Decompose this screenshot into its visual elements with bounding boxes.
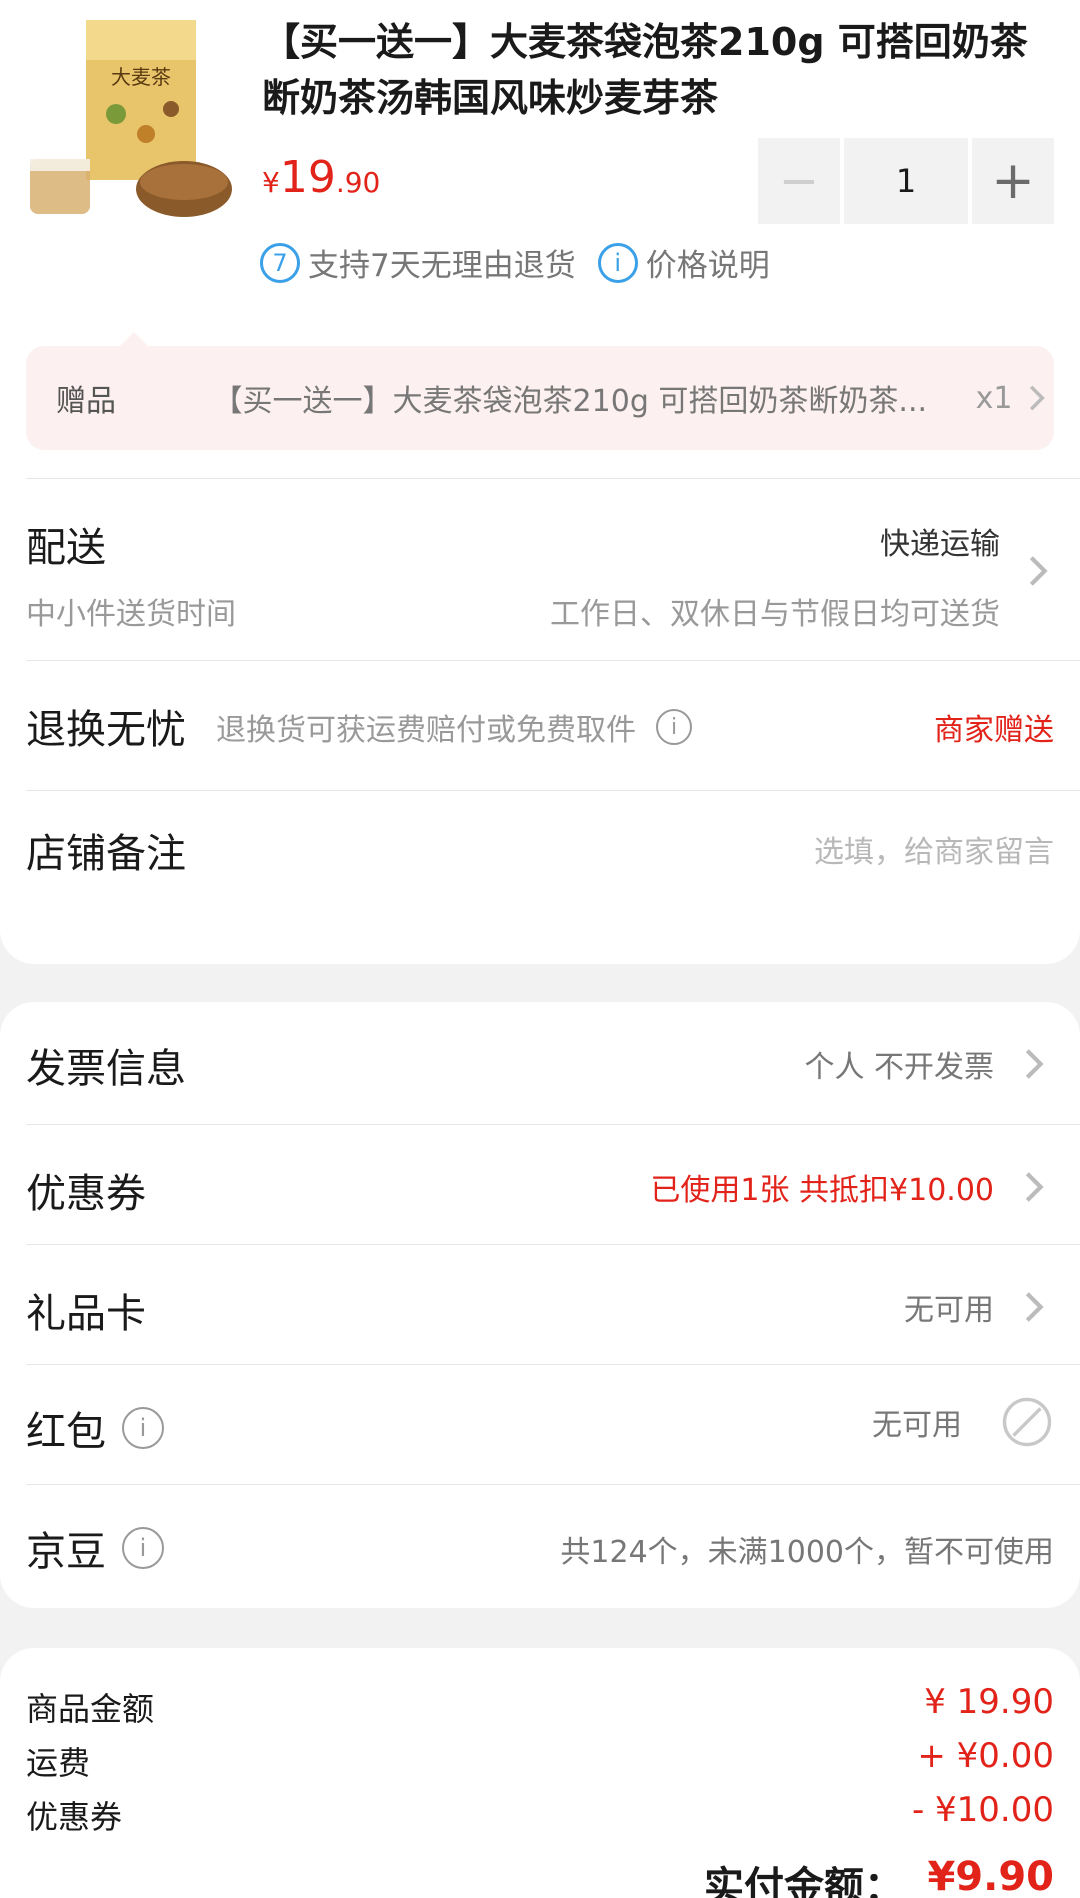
returns-label: 退换无忧 xyxy=(26,707,186,753)
info-icon[interactable]: i xyxy=(122,1407,164,1449)
invoice-row[interactable]: 发票信息 个人 不开发票 xyxy=(26,1012,1080,1124)
total-value: ¥9.90 xyxy=(927,1854,1054,1898)
thumbnail-brand-text: 大麦茶 xyxy=(111,65,171,89)
giftcard-value: 无可用 xyxy=(904,1293,994,1328)
shipping-value: + ¥0.00 xyxy=(917,1736,1054,1776)
jingdou-label: 京豆 xyxy=(26,1529,106,1575)
coupon-value: 已使用1张 共抵扣¥10.00 xyxy=(650,1173,994,1208)
store-remark-row: 店铺备注 选填，给商家留言 xyxy=(26,790,1080,916)
price-summary-card: 商品金额 ¥ 19.90 运费 + ¥0.00 优惠券 - ¥10.00 实付金… xyxy=(0,1648,1080,1898)
gift-row[interactable]: 赠品 【买一送一】大麦茶袋泡茶210g 可搭回奶茶断奶茶... x1 xyxy=(26,346,1054,450)
chevron-right-icon xyxy=(1030,385,1046,411)
product-thumbnail[interactable]: 大麦茶 xyxy=(26,14,236,224)
coupon-label: 优惠券 xyxy=(26,1171,146,1217)
jingdou-value: 共124个，未满1000个，暂不可使用 xyxy=(560,1535,1054,1570)
quantity-value[interactable]: 1 xyxy=(844,138,968,224)
policy-bar: 7 支持7天无理由退货 i 价格说明 xyxy=(260,240,770,285)
coupon-value-wrap: 已使用1张 共抵扣¥10.00 xyxy=(650,1165,1054,1209)
giftcard-value-wrap: 无可用 xyxy=(904,1285,1054,1329)
delivery-schedule: 工作日、双休日与节假日均可送货 xyxy=(550,597,1000,632)
invoice-label: 发票信息 xyxy=(26,1046,186,1092)
product-title[interactable]: 【买一送一】大麦茶袋泡茶210g 可搭回奶茶断奶茶汤韩国风味炒麦芽茶 xyxy=(262,14,1062,126)
jingdou-value-wrap: 共124个，未满1000个，暂不可使用 xyxy=(560,1527,1054,1571)
redpacket-row: 红包 i 无可用 xyxy=(26,1364,1080,1484)
coupon-discount-value: - ¥10.00 xyxy=(911,1790,1054,1830)
gift-name: 【买一送一】大麦茶袋泡茶210g 可搭回奶茶断奶茶... xyxy=(212,384,928,419)
plus-button[interactable]: + xyxy=(972,138,1054,224)
product-price: ¥19.90 xyxy=(262,152,380,203)
returns-desc-text: 退换货可获运费赔付或免费取件 xyxy=(216,713,636,748)
gift-pointer xyxy=(120,332,148,346)
minus-button[interactable]: − xyxy=(758,138,840,224)
redpacket-value: 无可用 xyxy=(872,1408,962,1443)
chevron-right-icon xyxy=(1025,1049,1044,1079)
remark-label: 店铺备注 xyxy=(26,831,186,877)
delivery-row[interactable]: 配送 中小件送货时间 快递运输 工作日、双休日与节假日均可送货 xyxy=(26,478,1080,660)
price-integer: 19 xyxy=(279,152,336,203)
info-icon: i xyxy=(597,242,638,283)
info-icon[interactable]: i xyxy=(122,1527,164,1569)
price-decimal: .90 xyxy=(335,166,381,199)
redpacket-value-wrap: 无可用 xyxy=(872,1395,1054,1449)
giftcard-row[interactable]: 礼品卡 无可用 xyxy=(26,1244,1080,1364)
seven-day-return-text[interactable]: 支持7天无理由退货 xyxy=(308,240,576,285)
gift-section: 赠品 【买一送一】大麦茶袋泡茶210g 可搭回奶茶断奶茶... x1 xyxy=(0,330,1080,478)
returns-status: 商家赠送 xyxy=(934,713,1054,748)
coupon-discount-line: 优惠券 - ¥10.00 xyxy=(26,1786,1054,1840)
chevron-right-icon xyxy=(1025,1292,1044,1322)
goods-amount-value: ¥ 19.90 xyxy=(924,1682,1054,1722)
remark-input[interactable]: 选填，给商家留言 xyxy=(814,827,1054,871)
invoice-value-wrap: 个人 不开发票 xyxy=(804,1042,1054,1086)
returns-row[interactable]: 退换无忧 退换货可获运费赔付或免费取件 i 商家赠送 xyxy=(26,660,1080,790)
minus-icon: − xyxy=(778,153,820,209)
payment-options-card: 发票信息 个人 不开发票 优惠券 已使用1张 共抵扣¥10.00 礼品卡 无可用… xyxy=(0,1002,1080,1608)
chevron-right-icon xyxy=(1029,556,1048,586)
redpacket-label-wrap: 红包 i xyxy=(26,1399,164,1457)
coupon-row[interactable]: 优惠券 已使用1张 共抵扣¥10.00 xyxy=(26,1124,1080,1244)
delivery-method: 快递运输 xyxy=(880,527,1000,562)
info-icon[interactable]: i xyxy=(656,709,692,745)
goods-amount-line: 商品金额 ¥ 19.90 xyxy=(26,1678,1054,1732)
price-explanation-link[interactable]: 价格说明 xyxy=(646,240,770,285)
ban-icon xyxy=(1002,1397,1052,1447)
redpacket-label: 红包 xyxy=(26,1409,106,1455)
returns-description: 退换货可获运费赔付或免费取件 i xyxy=(216,705,692,749)
gift-tag: 赠品 xyxy=(56,384,116,419)
shipping-line: 运费 + ¥0.00 xyxy=(26,1732,1054,1786)
product-section: 大麦茶 【买一送一】大麦茶袋泡茶210g 可搭回奶茶断奶茶汤韩国风味炒麦芽茶 ¥… xyxy=(0,0,1080,330)
chevron-right-icon xyxy=(1025,1172,1044,1202)
gift-quantity: x1 xyxy=(975,380,1013,416)
giftcard-label: 礼品卡 xyxy=(26,1291,146,1337)
jingdou-row: 京豆 i 共124个，未满1000个，暂不可使用 xyxy=(26,1484,1080,1604)
price-currency: ¥ xyxy=(262,166,280,199)
total-label: 实付金额： xyxy=(704,1864,904,1898)
goods-amount-label: 商品金额 xyxy=(26,1690,155,1728)
delivery-label: 配送 xyxy=(26,525,106,571)
coupon-discount-label: 优惠券 xyxy=(26,1798,123,1836)
shipping-label: 运费 xyxy=(26,1744,91,1782)
total-line: 实付金额： ¥9.90 xyxy=(26,1840,1054,1898)
order-card: 大麦茶 【买一送一】大麦茶袋泡茶210g 可搭回奶茶断奶茶汤韩国风味炒麦芽茶 ¥… xyxy=(0,0,1080,964)
jingdou-label-wrap: 京豆 i xyxy=(26,1519,164,1577)
plus-icon: + xyxy=(991,151,1035,211)
seven-day-return-icon: 7 xyxy=(260,242,300,283)
delivery-sub-label: 中小件送货时间 xyxy=(26,597,236,632)
quantity-stepper: − 1 + xyxy=(758,138,1054,224)
invoice-value: 个人 不开发票 xyxy=(804,1050,994,1085)
